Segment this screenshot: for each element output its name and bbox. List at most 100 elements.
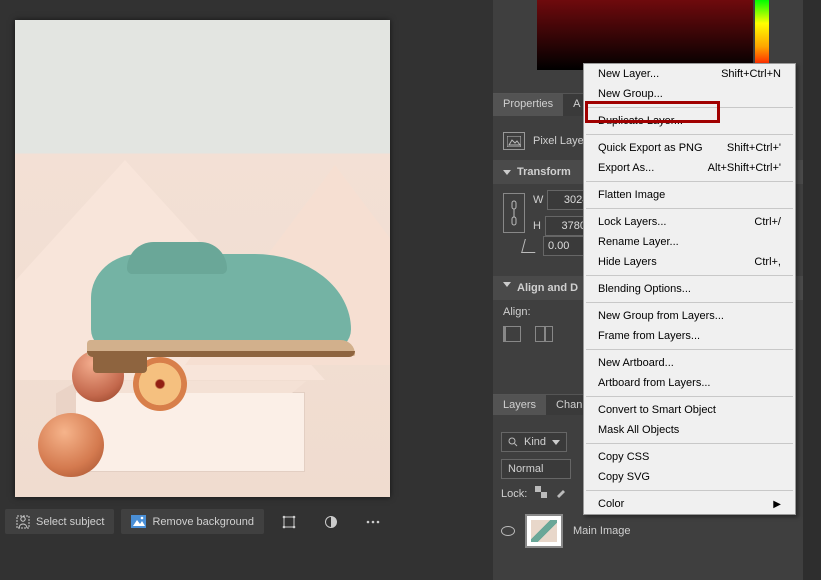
menu-item-label: Hide Layers	[598, 256, 657, 268]
hue-slider[interactable]	[755, 0, 769, 70]
context-toolbar: Select subject Remove background	[5, 509, 390, 534]
menu-separator	[586, 302, 793, 303]
tab-properties[interactable]: Properties	[493, 93, 563, 116]
menu-item-duplicate-layer[interactable]: Duplicate Layer...	[584, 111, 795, 131]
menu-item-color[interactable]: Color ▶	[584, 494, 795, 514]
layer-row[interactable]: Main Image	[493, 510, 821, 552]
menu-item-mask-all-objects[interactable]: Mask All Objects	[584, 420, 795, 440]
menu-item-label: New Layer...	[598, 68, 659, 80]
visibility-toggle-icon[interactable]	[501, 526, 515, 536]
menu-item-blending-options[interactable]: Blending Options...	[584, 279, 795, 299]
chevron-down-icon	[503, 282, 511, 287]
height-label: H	[533, 220, 541, 232]
document-image[interactable]	[15, 20, 390, 497]
menu-item-label: Mask All Objects	[598, 424, 679, 436]
submenu-arrow-icon: ▶	[773, 499, 781, 510]
menu-item-label: Blending Options...	[598, 283, 691, 295]
adjustment-button[interactable]	[313, 509, 348, 534]
menu-separator	[586, 490, 793, 491]
more-options-button[interactable]	[355, 509, 390, 534]
select-subject-label: Select subject	[36, 516, 104, 528]
menu-item-shortcut: Ctrl+,	[754, 256, 781, 268]
menu-item-rename-layer[interactable]: Rename Layer...	[584, 232, 795, 252]
menu-item-label: Duplicate Layer...	[598, 115, 683, 127]
menu-item-new-artboard[interactable]: New Artboard...	[584, 353, 795, 373]
menu-item-shortcut: Shift+Ctrl+N	[721, 68, 781, 80]
canvas-area: Select subject Remove background	[0, 0, 490, 580]
menu-separator	[586, 349, 793, 350]
layer-context-menu: New Layer... Shift+Ctrl+N New Group... Dupl…	[583, 63, 796, 515]
align-button-row	[503, 326, 553, 342]
layer-name-label[interactable]: Main Image	[573, 525, 630, 537]
transform-icon	[281, 514, 296, 529]
tab-layers[interactable]: Layers	[493, 394, 546, 415]
chevron-down-icon	[503, 170, 511, 175]
menu-separator	[586, 181, 793, 182]
menu-item-lock-layers[interactable]: Lock Layers... Ctrl+/	[584, 212, 795, 232]
menu-separator	[586, 134, 793, 135]
menu-item-label: Artboard from Layers...	[598, 377, 711, 389]
menu-item-hide-layers[interactable]: Hide Layers Ctrl+,	[584, 252, 795, 272]
circle-half-icon	[323, 514, 338, 529]
angle-icon	[521, 239, 539, 253]
lock-label: Lock:	[501, 488, 527, 500]
align-left-button[interactable]	[503, 326, 521, 342]
blend-mode-label: Normal	[508, 463, 543, 475]
menu-item-label: Export As...	[598, 162, 654, 174]
menu-item-new-group[interactable]: New Group...	[584, 84, 795, 104]
menu-item-quick-export-as-png[interactable]: Quick Export as PNGShift+Ctrl+'	[584, 138, 795, 158]
remove-background-label: Remove background	[152, 516, 254, 528]
lock-transparency-icon[interactable]	[535, 486, 547, 501]
menu-item-new-layer[interactable]: New Layer... Shift+Ctrl+N	[584, 64, 795, 84]
remove-background-button[interactable]: Remove background	[121, 509, 264, 534]
menu-separator	[586, 107, 793, 108]
layer-filter-kind-select[interactable]: Kind	[501, 432, 567, 452]
menu-item-label: New Group...	[598, 88, 663, 100]
properties-panel-tabs: Properties A	[493, 93, 590, 116]
image-icon	[131, 514, 146, 529]
menu-item-copy-css[interactable]: Copy CSS	[584, 447, 795, 467]
dots-icon	[365, 514, 380, 529]
menu-item-label: Copy SVG	[598, 471, 650, 483]
align-center-button[interactable]	[535, 326, 553, 342]
transform-tool-button[interactable]	[271, 509, 306, 534]
menu-separator	[586, 275, 793, 276]
menu-item-export-as[interactable]: Export As... Alt+Shift+Ctrl+'	[584, 158, 795, 178]
menu-item-label: New Group from Layers...	[598, 310, 724, 322]
menu-separator	[586, 443, 793, 444]
layer-filter-row: Kind	[493, 428, 575, 456]
menu-item-shortcut: Alt+Shift+Ctrl+'	[708, 162, 781, 174]
menu-item-label: Frame from Layers...	[598, 330, 700, 342]
menu-item-label: Flatten Image	[598, 189, 665, 201]
menu-item-label: Convert to Smart Object	[598, 404, 716, 416]
image-content	[15, 20, 390, 497]
menu-item-convert-to-smart-object[interactable]: Convert to Smart Object	[584, 400, 795, 420]
menu-item-label: Lock Layers...	[598, 216, 666, 228]
select-subject-button[interactable]: Select subject	[5, 509, 114, 534]
align-label: Align:	[493, 300, 541, 324]
lock-pixels-icon[interactable]	[555, 486, 567, 501]
width-label: W	[533, 194, 543, 206]
menu-item-frame-from-layers[interactable]: Frame from Layers...	[584, 326, 795, 346]
menu-item-label: Color	[598, 498, 624, 510]
transform-header-label: Transform	[517, 166, 571, 178]
search-icon	[508, 437, 518, 447]
layer-thumbnail[interactable]	[525, 514, 563, 548]
menu-item-label: Quick Export as PNG	[598, 142, 703, 154]
chevron-down-icon	[552, 440, 560, 445]
menu-item-label: Copy CSS	[598, 451, 649, 463]
pixel-layer-label: Pixel Laye	[533, 135, 584, 147]
person-icon	[15, 514, 30, 529]
blend-mode-select[interactable]: Normal	[501, 459, 571, 479]
link-dimensions-button[interactable]	[503, 193, 525, 233]
menu-item-copy-svg[interactable]: Copy SVG	[584, 467, 795, 487]
menu-item-label: Rename Layer...	[598, 236, 679, 248]
color-picker[interactable]	[537, 0, 753, 70]
menu-item-flatten-image[interactable]: Flatten Image	[584, 185, 795, 205]
kind-label: Kind	[524, 436, 546, 448]
menu-item-new-group-from-layers[interactable]: New Group from Layers...	[584, 306, 795, 326]
collapsed-panel-strip[interactable]	[803, 0, 821, 580]
menu-item-artboard-from-layers[interactable]: Artboard from Layers...	[584, 373, 795, 393]
menu-item-shortcut: Ctrl+/	[754, 216, 781, 228]
blend-mode-row: Normal	[493, 455, 579, 483]
